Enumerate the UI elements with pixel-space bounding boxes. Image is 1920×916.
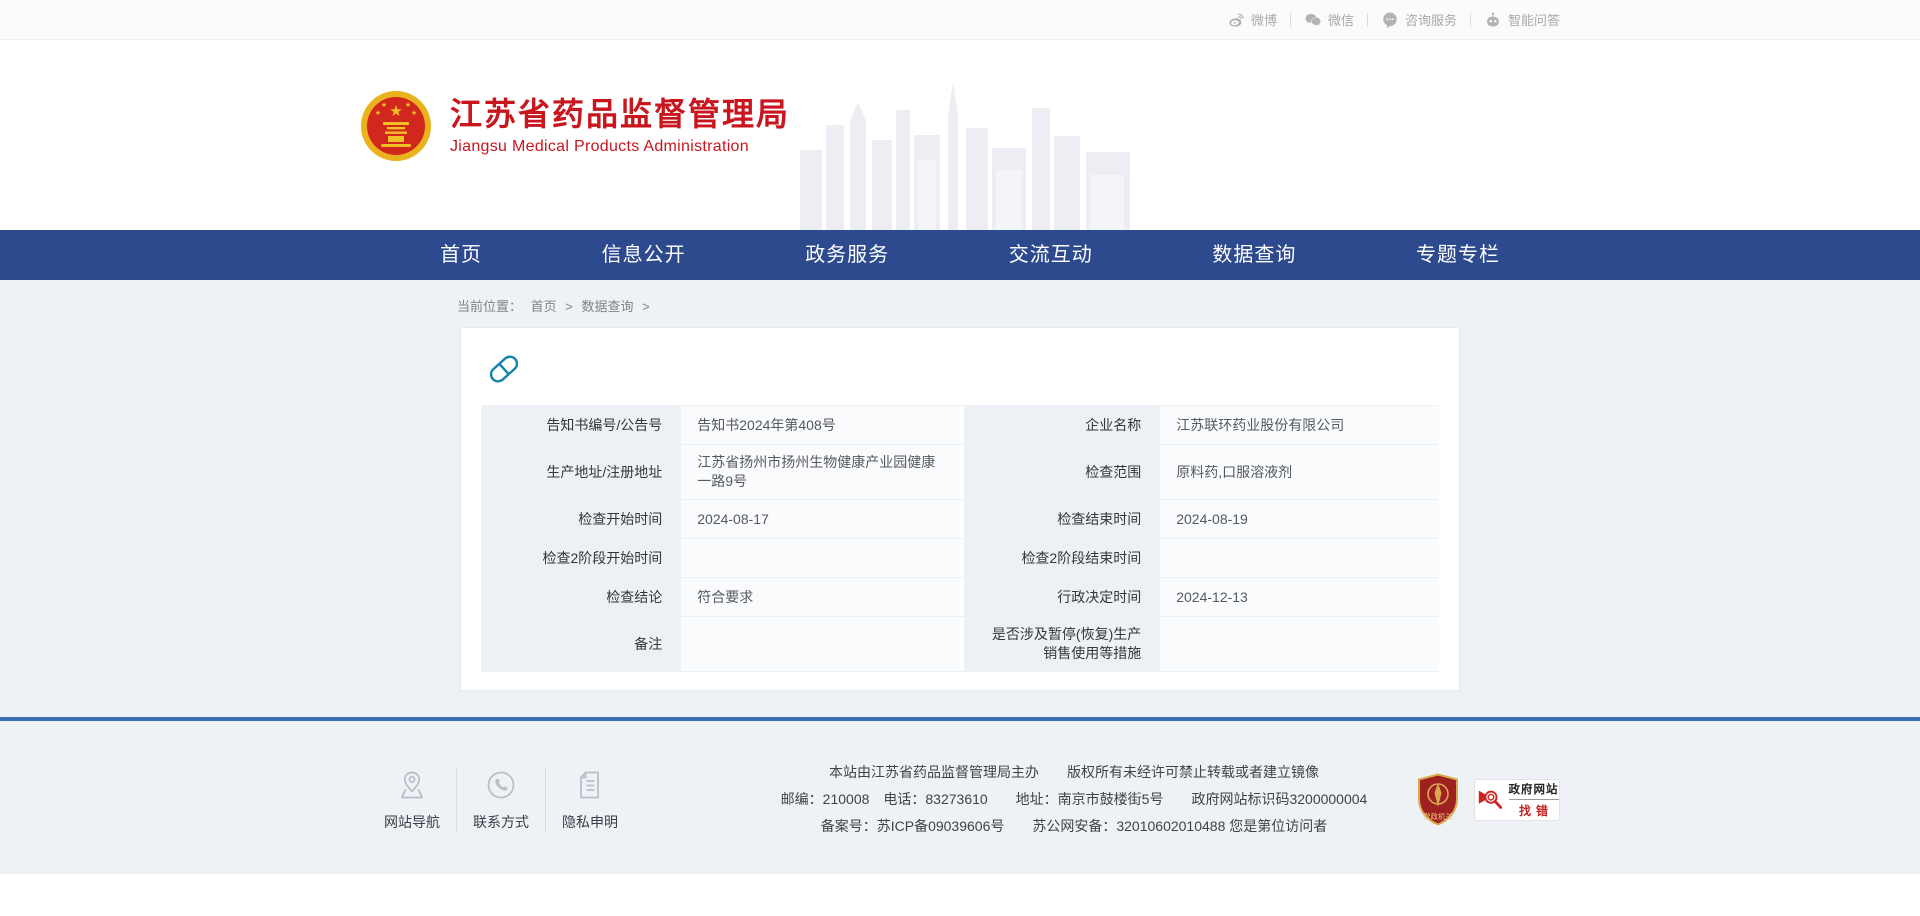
breadcrumb-prefix: 当前位置： [457,299,522,314]
address-label: 生产地址/注册地址 [481,445,680,499]
footer-link-label: 隐私申明 [562,812,618,832]
notice-number-value: 告知书2024年第408号 [680,406,960,444]
map-pin-icon [395,768,429,802]
wechat-icon [1304,11,1322,29]
nav-item-data-query[interactable]: 数据查询 [1212,230,1296,280]
breadcrumb: 当前位置： 首页 > 数据查询 > [457,292,1560,327]
phase2-end-label: 检查2阶段结束时间 [960,539,1159,577]
divider [1290,13,1291,27]
footer-line-1: 本站由江苏省药品监督管理局主办 版权所有未经许可禁止转载或者建立镜像 [754,759,1394,786]
find-error-badge-subtitle: 找错 [1514,802,1553,819]
pill-icon [485,350,523,388]
party-gov-badge-icon[interactable]: 党政机关 [1416,773,1460,827]
svg-text:★: ★ [381,101,387,109]
wechat-label: 微信 [1328,10,1354,29]
consult-service-label: 咨询服务 [1405,10,1457,29]
smart-qa-label: 智能问答 [1508,10,1560,29]
footer-link-privacy[interactable]: 隐私申明 [546,768,634,832]
nav-item-special-topics[interactable]: 专题专栏 [1416,230,1500,280]
table-row: 备注 是否涉及暂停(恢复)生产销售使用等措施 [481,617,1439,672]
breadcrumb-separator: > [565,299,573,314]
weibo-icon [1227,11,1245,29]
main-nav: 首页 信息公开 政务服务 交流互动 数据查询 专题专栏 [0,230,1920,280]
svg-text:★: ★ [375,109,381,117]
decision-date-value: 2024-12-13 [1159,578,1439,616]
nav-item-home[interactable]: 首页 [440,230,482,280]
find-error-magnifier-icon [1476,786,1504,814]
breadcrumb-home-link[interactable]: 首页 [531,299,557,314]
address-value: 江苏省扬州市扬州生物健康产业园健康一路9号 [680,445,960,499]
inspection-end-label: 检查结束时间 [960,500,1159,538]
table-row: 生产地址/注册地址 江苏省扬州市扬州生物健康产业园健康一路9号 检查范围 原料药… [481,445,1439,500]
suspension-measures-value [1159,617,1439,671]
weibo-label: 微博 [1251,10,1277,29]
divider [1367,13,1368,27]
inspection-start-value: 2024-08-17 [680,500,960,538]
weibo-link[interactable]: 微博 [1227,10,1277,29]
table-row: 检查开始时间 2024-08-17 检查结束时间 2024-08-19 [481,500,1439,539]
robot-icon [1484,11,1502,29]
divider [1470,13,1471,27]
svg-text:★: ★ [411,109,417,117]
site-footer: 网站导航 联系方式 隐私申明 本站由江苏省药品监督管理局主办 版权所有未经许可禁 [0,721,1920,874]
inspection-scope-value: 原料药,口服溶液剂 [1159,445,1439,499]
chat-bubble-icon [1381,11,1399,29]
remarks-label: 备注 [481,617,680,671]
table-row: 检查结论 符合要求 行政决定时间 2024-12-13 [481,578,1439,617]
company-name-label: 企业名称 [960,406,1159,444]
phone-icon [484,768,518,802]
site-header: ★ ★ ★ ★ ★ 江苏省药品监督管理局 Jiangsu Medical Pro… [0,40,1920,230]
detail-card: 告知书编号/公告号 告知书2024年第408号 企业名称 江苏联环药业股份有限公… [460,327,1460,691]
nav-item-interaction[interactable]: 交流互动 [1009,230,1093,280]
inspection-start-label: 检查开始时间 [481,500,680,538]
breadcrumb-separator: > [642,299,650,314]
table-row: 告知书编号/公告号 告知书2024年第408号 企业名称 江苏联环药业股份有限公… [481,406,1439,445]
notice-number-label: 告知书编号/公告号 [481,406,680,444]
consult-service-link[interactable]: 咨询服务 [1381,10,1457,29]
svg-text:党政机关: 党政机关 [1423,811,1453,821]
footer-link-site-map[interactable]: 网站导航 [368,768,457,832]
site-subtitle: Jiangsu Medical Products Administration [450,138,790,156]
nav-item-info-disclosure[interactable]: 信息公开 [602,230,686,280]
document-icon [573,768,607,802]
remarks-value [680,617,960,671]
site-title: 江苏省药品监督管理局 [450,96,790,133]
inspection-scope-label: 检查范围 [960,445,1159,499]
footer-line-3: 备案号：苏ICP备09039606号 苏公网安备：32010602010488 … [754,813,1394,840]
inspection-detail-table: 告知书编号/公告号 告知书2024年第408号 企业名称 江苏联环药业股份有限公… [481,405,1439,672]
footer-badges: 党政机关 政府网站 找错 [1416,773,1560,827]
footer-line-2: 邮编：210008 电话：83273610 地址：南京市鼓楼街5号 政府网站标识… [754,786,1394,813]
find-error-badge-title: 政府网站 [1509,781,1559,800]
phase2-end-value [1159,539,1439,577]
footer-info-text: 本站由江苏省药品监督管理局主办 版权所有未经许可禁止转载或者建立镜像 邮编：21… [754,759,1394,840]
national-emblem-icon: ★ ★ ★ ★ ★ [360,90,432,162]
footer-link-label: 联系方式 [473,812,529,832]
footer-quick-links: 网站导航 联系方式 隐私申明 [368,768,634,832]
phase2-start-label: 检查2阶段开始时间 [481,539,680,577]
suspension-measures-label: 是否涉及暂停(恢复)生产销售使用等措施 [960,617,1159,671]
decision-date-label: 行政决定时间 [960,578,1159,616]
site-logo[interactable]: ★ ★ ★ ★ ★ 江苏省药品监督管理局 Jiangsu Medical Pro… [360,90,790,162]
top-utility-bar: 微博 微信 咨询服务 智能问答 [0,0,1920,40]
table-row: 检查2阶段开始时间 检查2阶段结束时间 [481,539,1439,578]
inspection-end-value: 2024-08-19 [1159,500,1439,538]
wechat-link[interactable]: 微信 [1304,10,1354,29]
svg-text:★: ★ [405,101,411,109]
smart-qa-link[interactable]: 智能问答 [1484,10,1560,29]
conclusion-label: 检查结论 [481,578,680,616]
company-name-value: 江苏联环药业股份有限公司 [1159,406,1439,444]
content-area: 当前位置： 首页 > 数据查询 > 告知书编号/公告号 告知书2024年第408… [0,280,1920,717]
nav-item-gov-services[interactable]: 政务服务 [805,230,889,280]
footer-link-label: 网站导航 [384,812,440,832]
svg-text:★: ★ [389,103,402,120]
conclusion-value: 符合要求 [680,578,960,616]
find-error-badge[interactable]: 政府网站 找错 [1474,779,1560,821]
footer-link-contact[interactable]: 联系方式 [457,768,546,832]
breadcrumb-data-query-link[interactable]: 数据查询 [582,299,634,314]
phase2-start-value [680,539,960,577]
city-skyline-graphic [800,80,1130,230]
